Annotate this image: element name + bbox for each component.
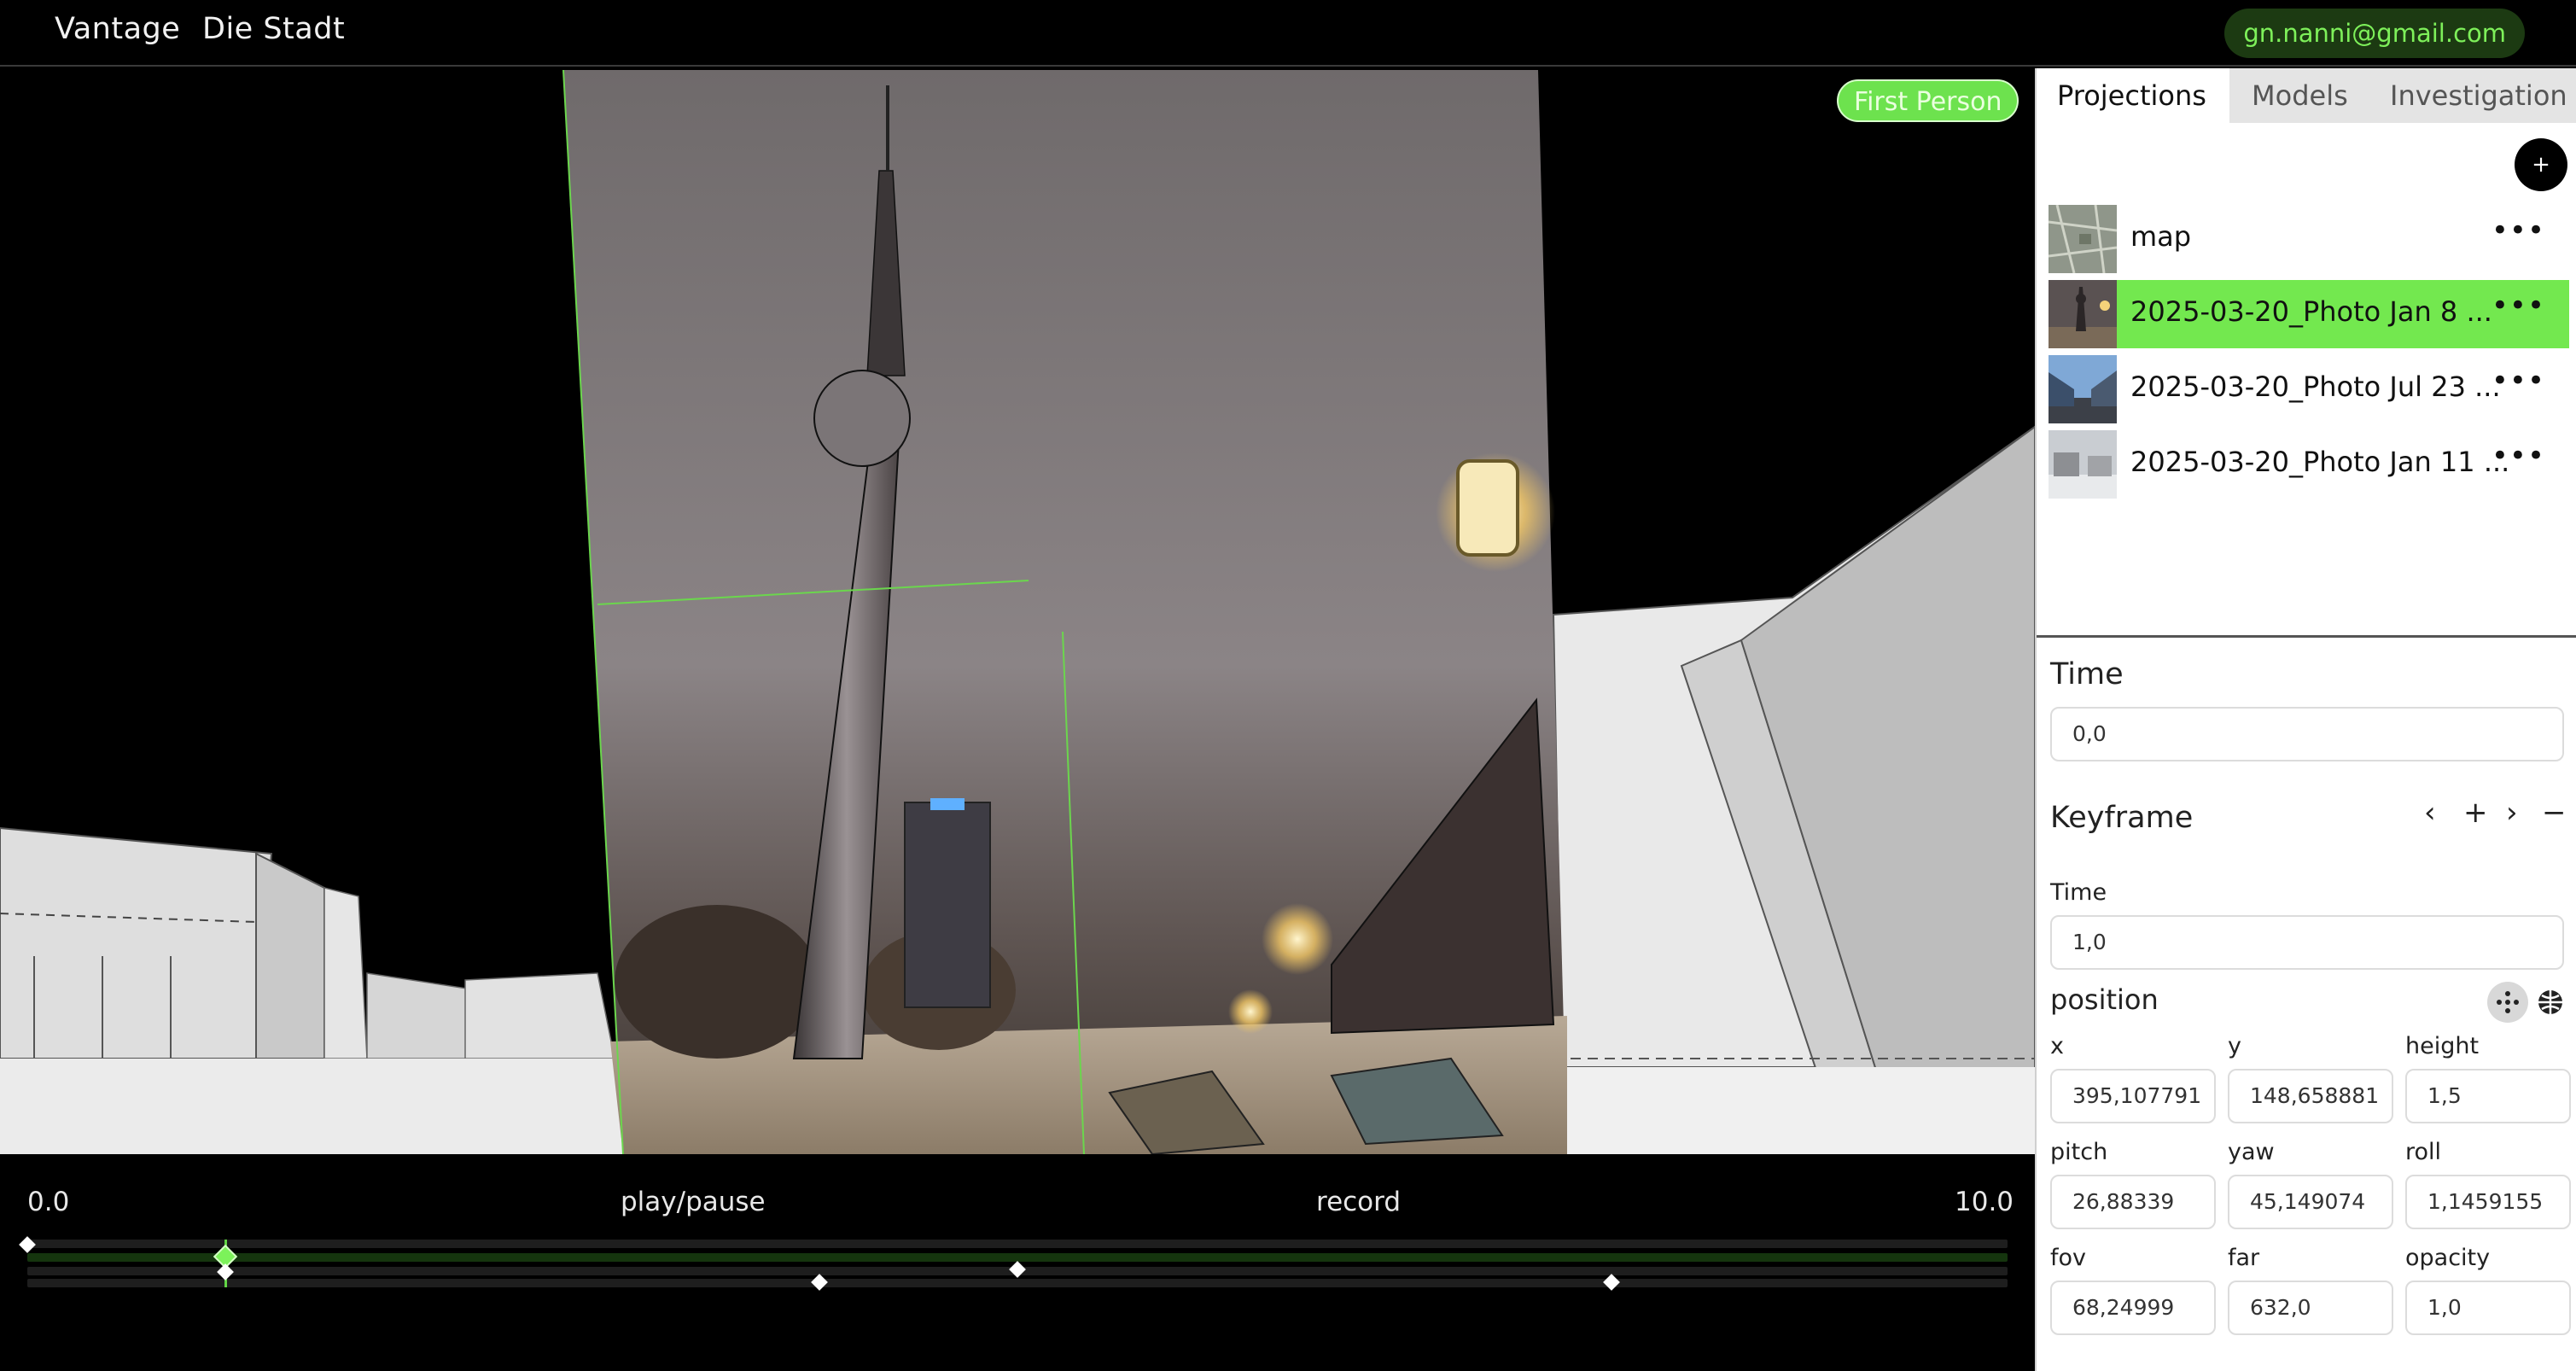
pitch-input[interactable]: 26,88339	[2050, 1175, 2216, 1229]
projection-label: 2025-03-20_Photo Jul 23 ...	[2130, 370, 2501, 403]
top-bar: Vantage Die Stadt gn.nanni@gmail.com	[0, 0, 2576, 67]
projection-label: 2025-03-20_Photo Jan 8 ...	[2130, 295, 2492, 328]
height-input[interactable]: 1,5	[2405, 1069, 2571, 1123]
projection-item-map[interactable]: map •••	[2049, 205, 2569, 273]
far-input[interactable]: 632,0	[2228, 1281, 2393, 1335]
far-label: far	[2228, 1245, 2260, 1271]
tab-models[interactable]: Models	[2231, 68, 2368, 123]
scene-viewport[interactable]: First Person	[0, 68, 2035, 1154]
tab-projections[interactable]: Projections	[2037, 68, 2229, 123]
timeline-start: 0.0	[27, 1187, 70, 1217]
keyframe-time-label: Time	[2050, 879, 2107, 906]
timeline-track-1[interactable]	[27, 1240, 2008, 1248]
fov-label: fov	[2050, 1245, 2087, 1271]
snow-photo-thumbnail-icon	[2049, 430, 2117, 499]
prev-keyframe-icon[interactable]: ‹	[2424, 796, 2436, 830]
tab-investigation[interactable]: Investigation	[2369, 68, 2576, 123]
record-button[interactable]: record	[1316, 1187, 1401, 1217]
position-section-title: position	[2050, 983, 2159, 1016]
projection-label: map	[2130, 220, 2192, 253]
projection-item[interactable]: 2025-03-20_Photo Jul 23 ... •••	[2049, 355, 2569, 423]
keyframe-marker[interactable]	[1603, 1274, 1620, 1291]
y-label: y	[2228, 1033, 2241, 1059]
opacity-input[interactable]: 1,0	[2405, 1281, 2571, 1335]
time-section-title: Time	[2050, 657, 2124, 691]
roll-label: roll	[2405, 1139, 2442, 1165]
x-label: x	[2050, 1033, 2064, 1059]
camera-mode-toggle[interactable]: First Person	[1837, 79, 2019, 122]
more-options-icon[interactable]: •••	[2491, 289, 2545, 323]
keyframe-time-input[interactable]: 1,0	[2050, 915, 2564, 970]
left-building-models	[0, 826, 632, 1154]
night-photo-thumbnail-icon	[2049, 280, 2117, 348]
scene-render	[0, 69, 2035, 1154]
opacity-label: opacity	[2405, 1245, 2491, 1271]
timeline-track-4[interactable]	[27, 1279, 2008, 1287]
more-options-icon[interactable]: •••	[2491, 439, 2545, 473]
height-label: height	[2405, 1033, 2480, 1059]
map-thumbnail-icon	[2049, 205, 2117, 273]
street-photo-thumbnail-icon	[2049, 355, 2117, 423]
add-keyframe-icon[interactable]: +	[2463, 796, 2488, 830]
projection-item-selected[interactable]: 2025-03-20_Photo Jan 8 ... •••	[2049, 280, 2569, 348]
pitch-label: pitch	[2050, 1139, 2108, 1165]
time-input[interactable]: 0,0	[2050, 707, 2564, 761]
right-building-models	[1552, 425, 2035, 1154]
keyframe-marker[interactable]	[811, 1274, 828, 1291]
projection-item[interactable]: 2025-03-20_Photo Jan 11 ... •••	[2049, 430, 2569, 499]
list-divider	[2037, 635, 2576, 638]
add-projection-button[interactable]: +	[2515, 138, 2567, 191]
keyframe-section-title: Keyframe	[2050, 801, 2194, 835]
projection-label: 2025-03-20_Photo Jan 11 ...	[2130, 446, 2510, 478]
roll-input[interactable]: 1,1459155	[2405, 1175, 2571, 1229]
app-brand[interactable]: Vantage	[55, 12, 180, 46]
timeline[interactable]: 0.0 play/pause record 10.0	[0, 1154, 2035, 1371]
x-input[interactable]: 395,107791	[2050, 1069, 2216, 1123]
move-gizmo-icon[interactable]	[2487, 982, 2528, 1023]
panel-tabs: Projections Models Investigation	[2037, 68, 2576, 123]
inspector-panel: Projections Models Investigation + map •…	[2035, 68, 2576, 1371]
user-account-button[interactable]: gn.nanni@gmail.com	[2224, 9, 2525, 58]
more-options-icon[interactable]: •••	[2491, 213, 2545, 248]
fov-input[interactable]: 68,24999	[2050, 1281, 2216, 1335]
globe-icon[interactable]	[2530, 982, 2571, 1023]
project-name[interactable]: Die Stadt	[202, 12, 345, 46]
y-input[interactable]: 148,658881	[2228, 1069, 2393, 1123]
remove-keyframe-icon[interactable]: −	[2542, 796, 2567, 830]
projected-photo	[562, 69, 1567, 1154]
timeline-end: 10.0	[1955, 1187, 2014, 1217]
more-options-icon[interactable]: •••	[2491, 364, 2545, 398]
play-pause-button[interactable]: play/pause	[621, 1187, 766, 1217]
yaw-input[interactable]: 45,149074	[2228, 1175, 2393, 1229]
next-keyframe-icon[interactable]: ›	[2506, 796, 2518, 830]
yaw-label: yaw	[2228, 1139, 2275, 1165]
